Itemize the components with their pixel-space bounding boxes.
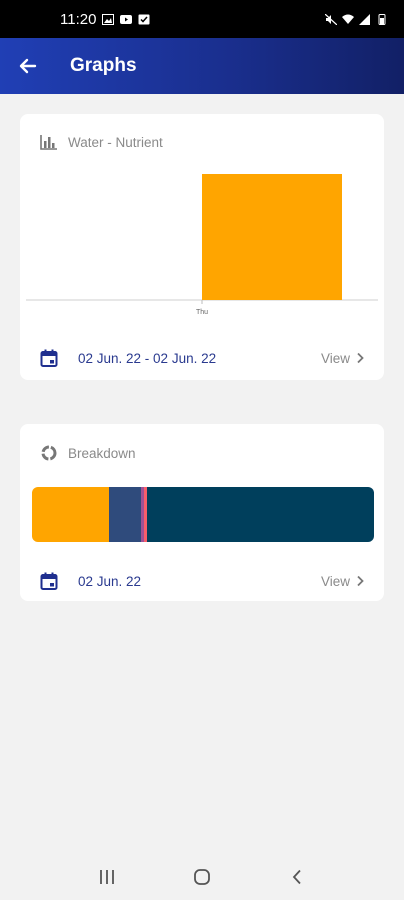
- chevron-right-icon: [357, 352, 364, 364]
- breakdown-card[interactable]: Breakdown 02 Jun. 22 View: [20, 424, 384, 601]
- breakdown-segment-5: [146, 487, 374, 542]
- system-back-button[interactable]: [277, 857, 317, 897]
- bar-chart-icon: [40, 135, 57, 150]
- water-nutrient-card[interactable]: Water - Nutrient Thu 02 Jun. 22 - 02 Jun…: [20, 114, 384, 380]
- breakdown-bar: [32, 487, 374, 542]
- system-nav-bar: [0, 853, 404, 900]
- chevron-right-icon: [357, 575, 364, 587]
- calendar-icon: [40, 572, 58, 590]
- wifi-icon: [342, 14, 354, 24]
- recent-apps-icon: [100, 869, 115, 884]
- signal-icon: [359, 13, 370, 25]
- card-title: Breakdown: [68, 445, 136, 461]
- date-range-row: 02 Jun. 22 - 02 Jun. 22 View: [40, 349, 364, 367]
- date-range-picker[interactable]: 02 Jun. 22 - 02 Jun. 22: [40, 349, 216, 367]
- back-button[interactable]: [0, 38, 56, 94]
- date-range-text: 02 Jun. 22 - 02 Jun. 22: [78, 350, 217, 366]
- chevron-left-icon: [292, 869, 301, 884]
- breakdown-segment-1: [32, 487, 109, 542]
- chart-bar-thu[interactable]: [202, 174, 342, 300]
- home-button[interactable]: [182, 857, 222, 897]
- youtube-icon: [120, 14, 133, 24]
- home-icon: [194, 868, 210, 885]
- card-header: Breakdown: [40, 444, 136, 462]
- view-link[interactable]: View: [321, 574, 364, 589]
- arrow-left-icon: [19, 58, 37, 74]
- app-bar: Graphs: [0, 38, 404, 94]
- status-time: 11:20: [60, 10, 97, 28]
- date-picker[interactable]: 02 Jun. 22: [40, 572, 141, 590]
- bar-chart: Thu: [26, 174, 378, 316]
- date-text: 02 Jun. 22: [78, 573, 142, 589]
- gallery-icon: [102, 13, 115, 25]
- calendar-icon: [40, 349, 58, 367]
- view-label: View: [320, 573, 350, 589]
- status-bar: 11:20: [0, 0, 404, 38]
- breakdown-segment-2: [108, 487, 142, 542]
- view-link[interactable]: View: [321, 351, 364, 366]
- task-icon: [138, 14, 150, 24]
- battery-icon: [378, 13, 386, 25]
- date-row: 02 Jun. 22 View: [40, 572, 364, 590]
- card-title: Water - Nutrient: [68, 134, 163, 150]
- x-tick-label: Thu: [196, 309, 208, 316]
- card-header: Water - Nutrient: [40, 134, 163, 150]
- mute-icon: [325, 13, 337, 25]
- recent-apps-button[interactable]: [87, 857, 127, 897]
- donut-chart-icon: [41, 445, 57, 461]
- view-label: View: [320, 350, 350, 366]
- page-title: Graphs: [70, 55, 137, 76]
